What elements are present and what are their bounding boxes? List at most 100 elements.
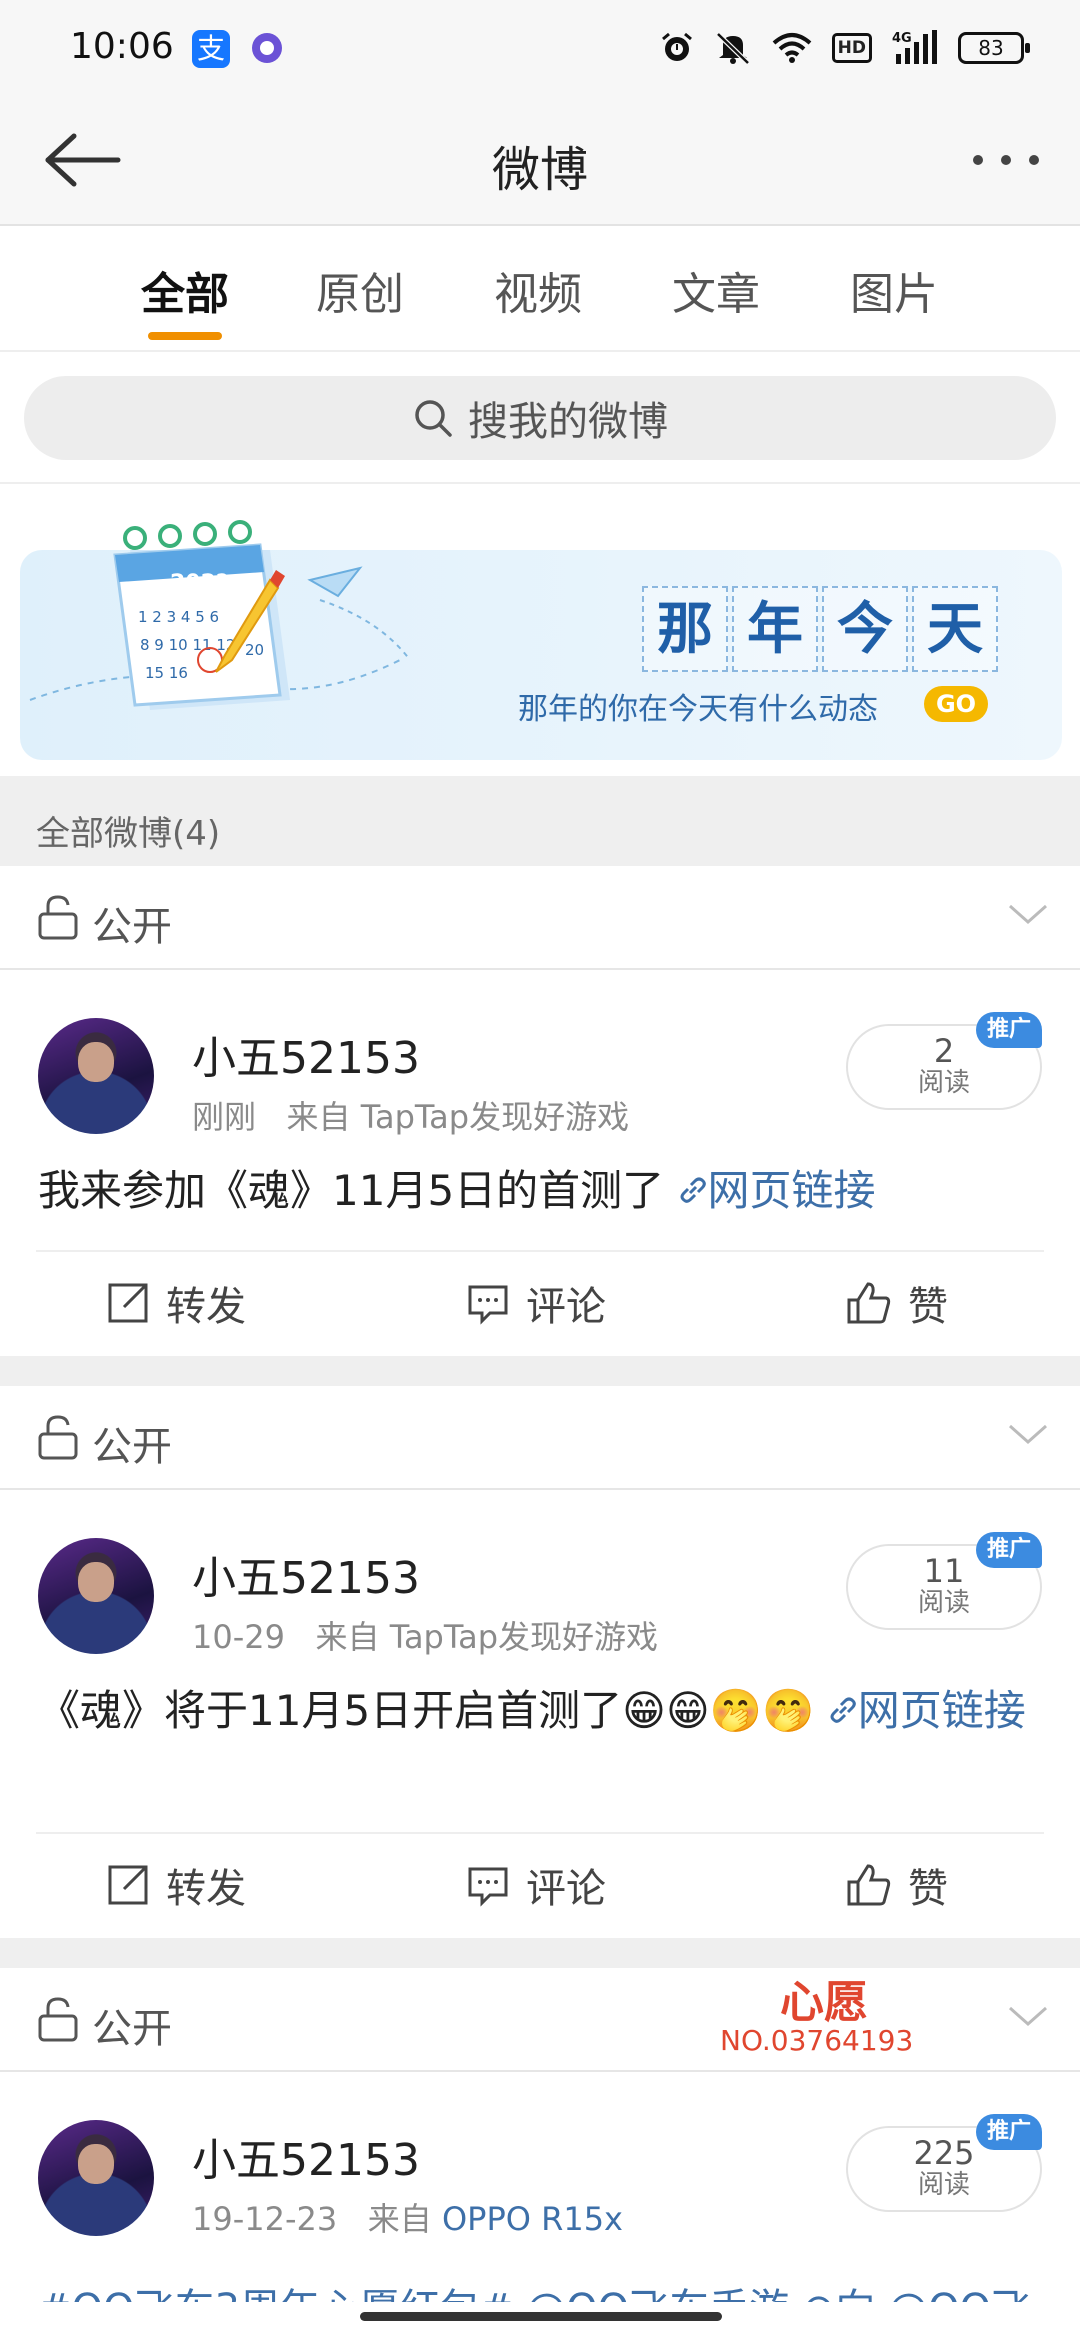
web-link-label: 网页链接 [857,1686,1026,1735]
comment-icon [468,1285,508,1325]
post-body: 我来参加《魂》11月5日的首测了 [38,1166,665,1215]
source-prefix: 来自 [286,1098,351,1136]
privacy-row[interactable]: 公开 [0,1386,1080,1490]
username[interactable]: 小五52153 [192,1542,420,1606]
link-icon [680,1177,706,1203]
on-this-day-banner[interactable]: 202? 1 2 3 4 5 6 8 9 10 11 12 15 16 20 那… [20,520,1062,760]
section-header: 全部微博(4) [0,776,1080,866]
tab-original[interactable]: 原创 [290,258,430,322]
web-link[interactable]: 网页链接 [828,1686,1026,1735]
post-source: TapTap发现好游戏 [360,1098,630,1136]
post-time: 19-12-23 [192,2200,338,2238]
status-time: 10:06 [70,26,174,67]
repost-icon [108,1283,148,1323]
svg-text:202?: 202? [170,571,229,596]
username[interactable]: 小五52153 [192,2124,420,2188]
repost-button[interactable]: 转发 [106,1274,246,1332]
web-link[interactable]: 网页链接 [678,1166,876,1215]
lock-open-icon [36,894,80,944]
repost-icon [108,1865,148,1905]
tab-article[interactable]: 文章 [646,258,786,322]
read-label: 阅读 [917,1588,970,1618]
post-time: 刚刚 [192,1098,257,1136]
like-button[interactable]: 赞 [846,1856,948,1914]
banner-subtitle: 那年的你在今天有什么动态 [518,692,878,727]
repost-label: 转发 [166,1866,246,1912]
post-text: 《魂》将于11月5日开启首测了😁😁🤭🤭 网页链接 [38,1680,1042,1742]
tab-all[interactable]: 全部 [115,258,255,322]
comment-label: 评论 [526,1866,606,1912]
svg-text:8 9 10 11 12: 8 9 10 11 12 [140,636,235,654]
calendar-illustration-icon: 202? 1 2 3 4 5 6 8 9 10 11 12 15 16 20 [29,520,411,710]
post-actions: 转发 评论 赞 [36,1250,1044,1360]
post-source[interactable]: OPPO R15x [442,2200,623,2238]
signal-icon: 4G [892,30,938,66]
read-label: 阅读 [917,1068,970,1098]
more-button[interactable] [966,140,1046,180]
alipay-icon: 支 [192,30,230,68]
chevron-down-icon[interactable] [1006,1414,1050,1458]
wish-title: 心愿 [780,1977,868,2028]
search-input[interactable]: 搜我的微博 [24,376,1056,460]
active-tab-indicator [148,332,222,340]
privacy-label: 公开 [92,1424,172,1470]
section-title: 全部微博(4) [36,814,221,854]
post-card: 小五52153 10-29 来自 TapTap发现好游戏 11 阅读 推广 《魂… [0,1492,1080,1938]
filter-tabs: 全部 原创 视频 文章 图片 [0,228,1080,352]
avatar[interactable] [38,2120,154,2236]
tab-picture[interactable]: 图片 [824,258,964,322]
promote-badge[interactable]: 推广 [976,1012,1042,1048]
mute-icon [714,30,752,66]
privacy-row[interactable]: 公开 [0,866,1080,970]
comment-button[interactable]: 评论 [466,1856,606,1914]
alarm-icon [660,30,694,66]
lock-open-icon [36,1414,80,1464]
battery-icon: 83 [958,30,1030,66]
read-label: 阅读 [917,2170,970,2200]
web-link-label: 网页链接 [707,1166,876,1215]
post-body: 《魂》将于11月5日开启首测了😁😁🤭🤭 [38,1686,815,1735]
wish-number: NO.03764193 [720,2024,914,2057]
search-icon [415,400,452,437]
link-icon [830,1697,856,1723]
username[interactable]: 小五52153 [192,1022,420,1086]
post-text-peek: #QQ飞车3周年心愿红包# @QQ飞车手游 ⊘向 @QQ飞 [38,2276,1042,2302]
thumbs-up-icon [847,1282,891,1324]
source-prefix: 来自 [367,2200,432,2238]
home-indicator[interactable] [360,2312,722,2321]
repost-button[interactable]: 转发 [106,1856,246,1914]
source-prefix: 来自 [315,1618,380,1656]
svg-text:1 2 3 4 5 6: 1 2 3 4 5 6 [138,608,219,626]
banner-title: 那 年 今 天 [642,586,998,672]
avatar[interactable] [38,1538,154,1654]
chevron-down-icon[interactable] [1006,1996,1050,2040]
chevron-down-icon[interactable] [1006,894,1050,938]
post-time: 10-29 [192,1618,285,1656]
nav-bar: 微博 [0,96,1080,226]
like-label: 赞 [908,1284,948,1330]
svg-text:15 16: 15 16 [145,664,188,682]
comment-button[interactable]: 评论 [466,1274,606,1332]
lock-open-icon [36,1996,80,2046]
system-icons: HD 4G 83 [660,28,1030,68]
promote-badge[interactable]: 推广 [976,2114,1042,2150]
avatar[interactable] [38,1018,154,1134]
app-notification-icon [252,33,282,63]
comment-icon [468,1867,508,1907]
more-dots-icon [973,155,1039,165]
post-separator [0,1938,1080,1968]
search-placeholder: 搜我的微博 [468,399,668,445]
post-meta: 刚刚 来自 TapTap发现好游戏 [192,1092,629,1138]
promote-badge[interactable]: 推广 [976,1532,1042,1568]
post-meta: 19-12-23 来自 OPPO R15x [192,2194,623,2240]
like-button[interactable]: 赞 [846,1274,948,1332]
wifi-icon [772,30,812,66]
privacy-label: 公开 [92,904,172,950]
post-text: 我来参加《魂》11月5日的首测了 网页链接 [38,1160,1042,1222]
go-button[interactable]: GO [924,686,988,722]
comment-label: 评论 [526,1284,606,1330]
like-label: 赞 [908,1866,948,1912]
tab-video[interactable]: 视频 [468,258,608,322]
privacy-label: 公开 [92,2006,172,2052]
post-source: TapTap发现好游戏 [389,1618,659,1656]
